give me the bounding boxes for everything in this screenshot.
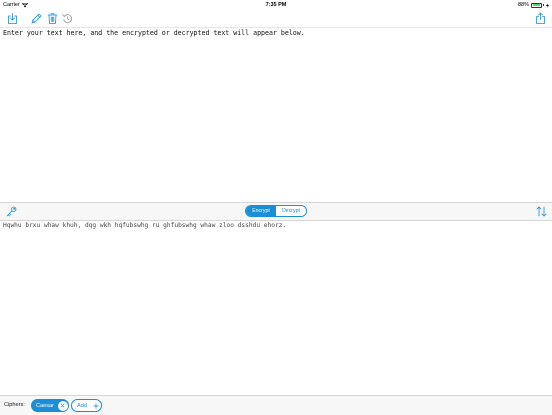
share-icon[interactable] (534, 12, 547, 25)
import-icon[interactable] (6, 12, 19, 25)
encrypt-segment[interactable]: Encrypt (246, 206, 276, 216)
trash-icon[interactable] (46, 12, 59, 25)
undo-icon[interactable] (61, 12, 74, 25)
input-text-area[interactable]: Enter your text here, and the encrypted … (0, 27, 552, 203)
output-text[interactable]: Hqwhu brxu whaw khuh, dqg wkh hqfubswhg … (3, 222, 286, 229)
swap-icon[interactable] (535, 205, 548, 218)
plus-icon (93, 402, 99, 409)
pencil-icon[interactable] (30, 12, 43, 25)
add-cipher-label: Add (77, 402, 87, 409)
mode-segmented-control: Encrypt Decrypt (245, 205, 307, 217)
charging-icon (546, 2, 549, 8)
output-text-area[interactable]: Hqwhu brxu whaw khuh, dqg wkh hqfubswhg … (0, 219, 552, 394)
key-icon[interactable] (5, 205, 18, 218)
battery-icon (531, 2, 542, 8)
status-time: 7:35 PM (265, 2, 287, 8)
cipher-bar: Ciphers: Caesar Add (0, 395, 552, 415)
status-bar: Carrier 7:35 PM 88% (0, 0, 552, 10)
input-text[interactable]: Enter your text here, and the encrypted … (3, 29, 305, 37)
ciphers-label: Ciphers: (4, 402, 25, 408)
battery-indicator: 88% (518, 2, 549, 8)
decrypt-segment[interactable]: Decrypt (276, 206, 306, 216)
remove-cipher-icon[interactable] (57, 400, 68, 411)
cipher-chip-caesar[interactable]: Caesar (31, 399, 69, 412)
toolbar (0, 10, 552, 27)
add-cipher-button[interactable]: Add (71, 399, 102, 412)
battery-percent: 88% (517, 2, 529, 8)
cipher-chip-label: Caesar (36, 402, 55, 409)
